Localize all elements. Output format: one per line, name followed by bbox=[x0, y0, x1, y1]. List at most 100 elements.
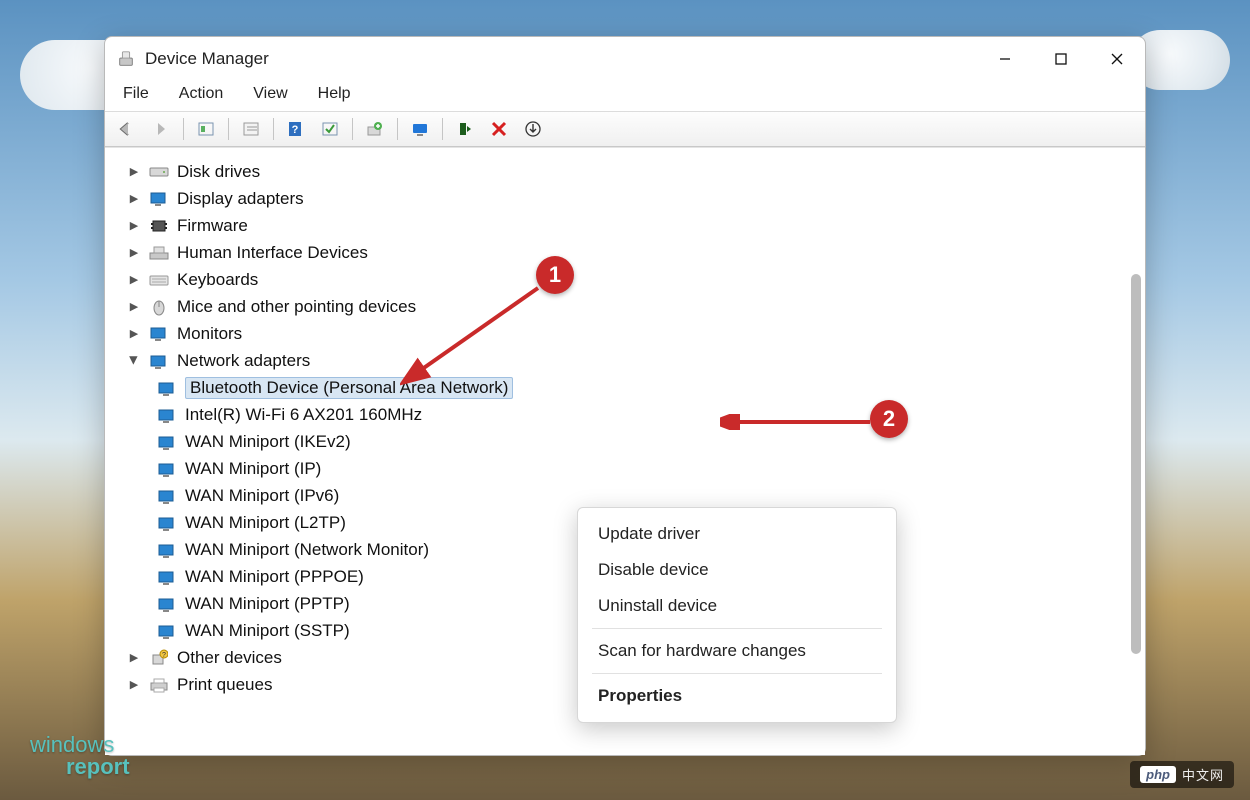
cm-uninstall-device[interactable]: Uninstall device bbox=[578, 588, 896, 624]
tree-item-mice[interactable]: ▶ Mice and other pointing devices bbox=[127, 293, 1129, 320]
network-adapter-icon bbox=[149, 352, 169, 370]
tree-label: Other devices bbox=[177, 648, 282, 668]
menu-view[interactable]: View bbox=[249, 83, 291, 105]
display-adapter-icon bbox=[149, 190, 169, 208]
uninstall-device-button[interactable] bbox=[485, 116, 513, 142]
cm-scan-hardware[interactable]: Scan for hardware changes bbox=[578, 633, 896, 669]
disk-drive-icon bbox=[149, 163, 169, 181]
chevron-right-icon[interactable]: ▶ bbox=[127, 300, 141, 313]
titlebar-left: Device Manager bbox=[117, 49, 269, 69]
update-driver-button[interactable] bbox=[361, 116, 389, 142]
properties-button[interactable] bbox=[237, 116, 265, 142]
chevron-right-icon[interactable]: ▶ bbox=[127, 219, 141, 232]
maximize-button[interactable] bbox=[1033, 37, 1089, 81]
enable-device-button[interactable] bbox=[406, 116, 434, 142]
network-adapter-icon bbox=[157, 433, 177, 451]
chevron-right-icon[interactable]: ▶ bbox=[127, 165, 141, 178]
back-button[interactable] bbox=[113, 116, 141, 142]
svg-text:?: ? bbox=[292, 124, 299, 136]
network-adapter-icon bbox=[157, 595, 177, 613]
cm-disable-device[interactable]: Disable device bbox=[578, 552, 896, 588]
device-manager-window: Device Manager File Action View Help ? bbox=[104, 36, 1146, 756]
device-tree-pane[interactable]: ▶ Disk drives ▶ Display adapters ▶ Firmw… bbox=[105, 147, 1145, 755]
annotation-arrow-1 bbox=[400, 280, 550, 390]
context-menu: Update driver Disable device Uninstall d… bbox=[577, 507, 897, 723]
cm-update-driver[interactable]: Update driver bbox=[578, 516, 896, 552]
tree-item-disk-drives[interactable]: ▶ Disk drives bbox=[127, 158, 1129, 185]
network-adapter-icon bbox=[157, 568, 177, 586]
windows-report-watermark: windows report bbox=[30, 734, 130, 778]
tree-item-firmware[interactable]: ▶ Firmware bbox=[127, 212, 1129, 239]
chevron-down-icon[interactable]: ▶ bbox=[128, 354, 141, 368]
keyboard-icon bbox=[149, 271, 169, 289]
tree-label: WAN Miniport (SSTP) bbox=[185, 621, 350, 641]
install-legacy-button[interactable] bbox=[519, 116, 547, 142]
tree-label: WAN Miniport (IPv6) bbox=[185, 486, 339, 506]
tree-label: Keyboards bbox=[177, 270, 258, 290]
chevron-right-icon[interactable]: ▶ bbox=[127, 273, 141, 286]
watermark-line-2: report bbox=[66, 756, 130, 778]
menu-separator bbox=[592, 628, 882, 629]
other-devices-icon: ? bbox=[149, 649, 169, 667]
php-cn-badge: php 中文网 bbox=[1130, 761, 1234, 788]
window-title: Device Manager bbox=[145, 49, 269, 69]
tree-item-wan-ipv6[interactable]: WAN Miniport (IPv6) bbox=[157, 482, 1129, 509]
scrollbar-thumb[interactable] bbox=[1131, 274, 1141, 654]
forward-button[interactable] bbox=[147, 116, 175, 142]
menu-action[interactable]: Action bbox=[175, 83, 227, 105]
monitor-icon bbox=[149, 325, 169, 343]
tree-label: Mice and other pointing devices bbox=[177, 297, 416, 317]
annotation-arrow-2 bbox=[720, 414, 880, 430]
printer-icon bbox=[149, 676, 169, 694]
firmware-icon bbox=[149, 217, 169, 235]
chevron-right-icon[interactable]: ▶ bbox=[127, 678, 141, 691]
tree-item-display-adapters[interactable]: ▶ Display adapters bbox=[127, 185, 1129, 212]
help-button[interactable]: ? bbox=[282, 116, 310, 142]
tree-label: WAN Miniport (IP) bbox=[185, 459, 321, 479]
watermark-line-1: windows bbox=[30, 734, 130, 756]
menu-separator bbox=[592, 673, 882, 674]
disable-device-button[interactable] bbox=[451, 116, 479, 142]
tree-item-intel-wifi[interactable]: Intel(R) Wi-Fi 6 AX201 160MHz bbox=[157, 401, 1129, 428]
network-adapter-icon bbox=[157, 514, 177, 532]
tree-label: Network adapters bbox=[177, 351, 310, 371]
close-button[interactable] bbox=[1089, 37, 1145, 81]
titlebar[interactable]: Device Manager bbox=[105, 37, 1145, 81]
tree-item-hid[interactable]: ▶ Human Interface Devices bbox=[127, 239, 1129, 266]
network-adapter-icon bbox=[157, 379, 177, 397]
menu-file[interactable]: File bbox=[119, 83, 153, 105]
menu-help[interactable]: Help bbox=[314, 83, 355, 105]
scan-button[interactable] bbox=[316, 116, 344, 142]
tree-label: Print queues bbox=[177, 675, 272, 695]
network-adapter-icon bbox=[157, 541, 177, 559]
tree-item-wan-ikev2[interactable]: WAN Miniport (IKEv2) bbox=[157, 428, 1129, 455]
php-text: 中文网 bbox=[1182, 765, 1224, 784]
tree-item-network-adapters[interactable]: ▶ Network adapters bbox=[127, 347, 1129, 374]
menubar: File Action View Help bbox=[105, 81, 1145, 111]
vertical-scrollbar[interactable] bbox=[1127, 154, 1143, 749]
tree-item-bluetooth-pan[interactable]: Bluetooth Device (Personal Area Network) bbox=[157, 374, 1129, 401]
chevron-right-icon[interactable]: ▶ bbox=[127, 246, 141, 259]
cm-properties[interactable]: Properties bbox=[578, 678, 896, 714]
tree-item-keyboards[interactable]: ▶ Keyboards bbox=[127, 266, 1129, 293]
hid-icon bbox=[149, 244, 169, 262]
tree-label: WAN Miniport (Network Monitor) bbox=[185, 540, 429, 560]
tree-label: Human Interface Devices bbox=[177, 243, 368, 263]
tree-label: WAN Miniport (IKEv2) bbox=[185, 432, 351, 452]
app-icon bbox=[117, 50, 135, 68]
network-adapter-icon bbox=[157, 622, 177, 640]
tree-item-monitors[interactable]: ▶ Monitors bbox=[127, 320, 1129, 347]
show-hide-tree-button[interactable] bbox=[192, 116, 220, 142]
tree-label: Firmware bbox=[177, 216, 248, 236]
chevron-right-icon[interactable]: ▶ bbox=[127, 327, 141, 340]
tree-label: Disk drives bbox=[177, 162, 260, 182]
chevron-right-icon[interactable]: ▶ bbox=[127, 651, 141, 664]
network-adapter-icon bbox=[157, 460, 177, 478]
tree-label: Display adapters bbox=[177, 189, 304, 209]
tree-label: WAN Miniport (PPPOE) bbox=[185, 567, 364, 587]
minimize-button[interactable] bbox=[977, 37, 1033, 81]
chevron-right-icon[interactable]: ▶ bbox=[127, 192, 141, 205]
mouse-icon bbox=[149, 298, 169, 316]
tree-item-wan-ip[interactable]: WAN Miniport (IP) bbox=[157, 455, 1129, 482]
tree-label: Monitors bbox=[177, 324, 242, 344]
